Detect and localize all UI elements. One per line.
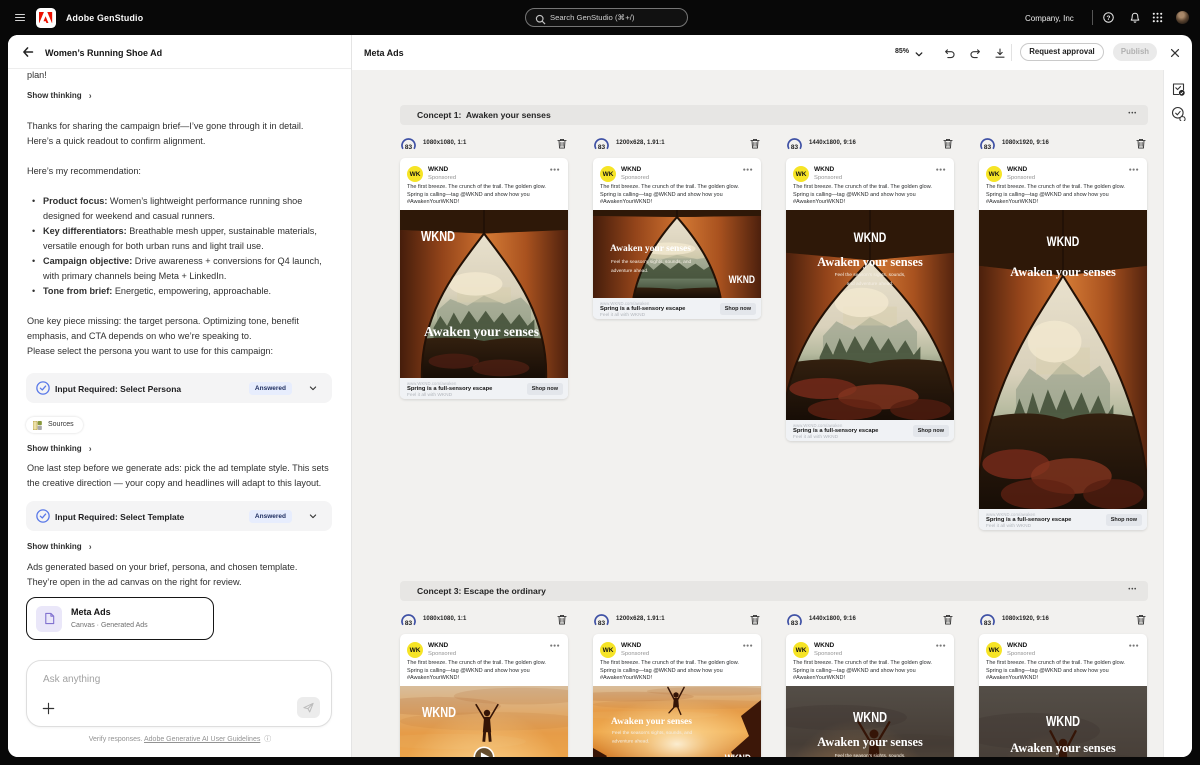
svg-text:83: 83 — [984, 144, 992, 151]
svg-text:Feel the season’s sights, soun: Feel the season’s sights, sounds, — [835, 753, 906, 757]
svg-text:Awaken your senses: Awaken your senses — [1010, 741, 1116, 755]
svg-text:Awaken your senses: Awaken your senses — [817, 735, 923, 749]
svg-text:WKND: WKND — [422, 703, 456, 720]
svg-text:Awaken your senses: Awaken your senses — [817, 255, 923, 269]
svg-text:Feel the season’s sights, soun: Feel the season’s sights, sounds, and — [611, 259, 692, 265]
svg-text:and adventure ahead.: and adventure ahead. — [847, 281, 894, 287]
svg-text:WKND: WKND — [854, 230, 887, 246]
svg-text:WKND: WKND — [853, 708, 887, 725]
svg-text:WKND: WKND — [421, 227, 455, 244]
svg-text:Awaken your senses: Awaken your senses — [610, 244, 691, 254]
svg-text:Awaken your senses: Awaken your senses — [424, 324, 539, 339]
svg-text:Feel the season’s sights, soun: Feel the season’s sights, sounds, and — [612, 730, 693, 736]
svg-text:83: 83 — [405, 620, 413, 627]
svg-text:adventure ahead.: adventure ahead. — [611, 268, 648, 274]
svg-text:WKND: WKND — [1047, 234, 1080, 250]
svg-text:adventure ahead.: adventure ahead. — [612, 739, 649, 745]
svg-text:83: 83 — [984, 620, 992, 627]
svg-text:83: 83 — [791, 144, 799, 151]
svg-text:WKND: WKND — [729, 274, 755, 286]
svg-text:Feel the season’s sights, soun: Feel the season’s sights, sounds, — [835, 272, 906, 278]
svg-text:83: 83 — [405, 144, 413, 151]
svg-text:?: ? — [1107, 15, 1111, 22]
svg-text:83: 83 — [791, 620, 799, 627]
svg-text:Awaken your senses: Awaken your senses — [611, 717, 692, 727]
svg-text:Awaken your senses: Awaken your senses — [1010, 265, 1116, 279]
svg-text:83: 83 — [598, 144, 606, 151]
svg-text:83: 83 — [598, 620, 606, 627]
svg-text:WKND: WKND — [725, 753, 751, 757]
svg-text:WKND: WKND — [1046, 712, 1080, 729]
